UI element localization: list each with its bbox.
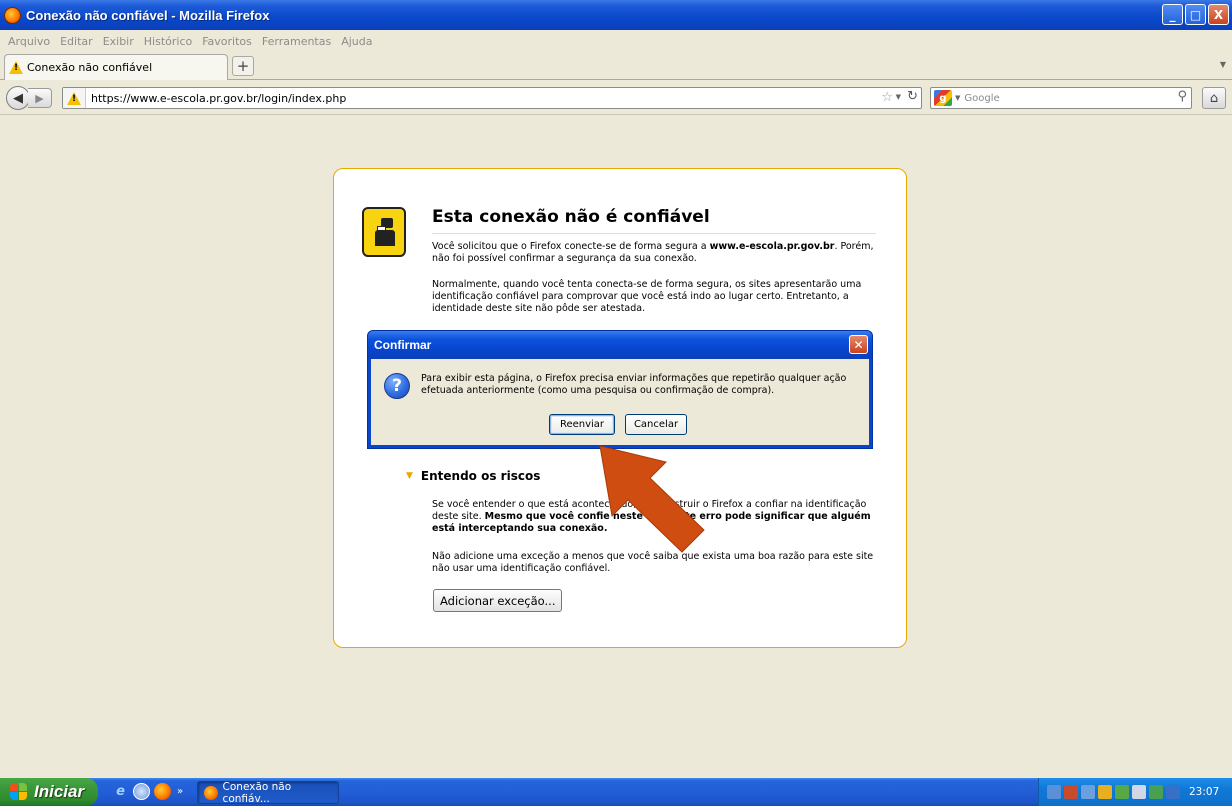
close-button[interactable]: X <box>1208 4 1229 25</box>
dialog-close-button[interactable]: ✕ <box>849 335 868 354</box>
home-icon: ⌂ <box>1209 90 1219 106</box>
tray-usb-icon[interactable] <box>1132 785 1146 799</box>
windows-logo-icon <box>10 783 28 801</box>
tray-update-icon[interactable] <box>1098 785 1112 799</box>
taskbar-item-label: Conexão não confiáv... <box>222 780 292 805</box>
menu-exibir[interactable]: Exibir <box>103 35 134 48</box>
show-desktop-icon[interactable] <box>133 783 150 800</box>
tray-volume-icon[interactable] <box>1081 785 1095 799</box>
minimize-button[interactable]: _ <box>1162 4 1183 25</box>
dialog-message: Para exibir esta página, o Firefox preci… <box>421 373 847 396</box>
dialog-title-bar[interactable]: Confirmar <box>368 331 872 359</box>
forward-arrow-icon: ▶ <box>35 91 44 105</box>
confirm-dialog: Confirmar ✕ ? Para exibir esta página, o… <box>367 330 873 449</box>
google-icon[interactable]: g <box>934 90 952 106</box>
home-button[interactable]: ⌂ <box>1202 87 1226 109</box>
search-bar[interactable]: g ▼ Google ⚲ <box>930 87 1192 109</box>
new-tab-button[interactable]: + <box>232 56 254 76</box>
warning-icon <box>9 61 23 74</box>
expand-triangle-icon[interactable]: ▼ <box>406 471 413 481</box>
menu-bar: Arquivo Editar Exibir Histórico Favorito… <box>0 30 1232 52</box>
history-dropdown-icon[interactable]: ▼ <box>896 93 901 101</box>
window-title: Conexão não confiável - Mozilla Firefox <box>26 7 270 23</box>
tab-untrusted-connection[interactable]: Conexão não confiável <box>4 54 228 80</box>
search-placeholder: Google <box>964 92 1000 104</box>
search-magnifier-icon[interactable]: ⚲ <box>1177 89 1187 104</box>
tray-monitor-icon[interactable] <box>1166 785 1180 799</box>
menu-editar[interactable]: Editar <box>60 35 93 48</box>
tray-security-icon[interactable] <box>1064 785 1078 799</box>
taskbar: Iniciar e » Conexão não confiáv... 23:07 <box>0 778 1232 806</box>
url-bar[interactable]: https://www.e-escola.pr.gov.br/login/ind… <box>62 87 922 109</box>
bookmark-star-icon[interactable]: ☆ <box>881 90 893 105</box>
warning-icon <box>67 91 81 105</box>
quick-launch: e » <box>112 783 183 800</box>
system-tray: 23:07 <box>1038 778 1232 806</box>
risks-heading: Entendo os riscos <box>420 469 541 483</box>
error-title: Esta conexão não é confiável <box>432 207 876 234</box>
tab-bar: Conexão não confiável + ▼ <box>0 52 1232 80</box>
risks-text: Se você entender o que está acontecendo,… <box>432 499 871 534</box>
menu-ferramentas[interactable]: Ferramentas <box>262 35 331 48</box>
tab-list-chevron-icon[interactable]: ▼ <box>1220 60 1226 69</box>
add-exception-button[interactable]: Adicionar exceção... <box>433 589 563 612</box>
question-icon: ? <box>384 373 410 399</box>
error-description: Você solicitou que o Firefox conecte-se … <box>432 241 874 264</box>
risks-section-header[interactable]: ▼ Entendo os riscos <box>406 469 540 483</box>
quick-launch-more-icon[interactable]: » <box>177 786 183 797</box>
menu-historico[interactable]: Histórico <box>144 35 192 48</box>
tray-network-icon[interactable] <box>1047 785 1061 799</box>
firefox-icon <box>4 6 21 24</box>
tab-label: Conexão não confiável <box>27 61 153 74</box>
error-explanation: Normalmente, quando você tenta conecta-s… <box>432 279 862 314</box>
dialog-body: ? Para exibir esta página, o Firefox pre… <box>371 359 869 445</box>
site-identity-button[interactable] <box>63 88 86 108</box>
internet-explorer-icon[interactable]: e <box>112 783 129 800</box>
maximize-button[interactable]: □ <box>1185 4 1206 25</box>
back-button[interactable]: ◀ <box>6 86 30 110</box>
navigation-bar: ◀ ▶ https://www.e-escola.pr.gov.br/login… <box>0 81 1232 115</box>
start-button[interactable]: Iniciar <box>0 778 98 806</box>
start-label: Iniciar <box>34 782 85 801</box>
firefox-quicklaunch-icon[interactable] <box>154 783 171 800</box>
menu-favoritos[interactable]: Favoritos <box>202 35 252 48</box>
clock: 23:07 <box>1189 786 1220 798</box>
tray-app-icon[interactable] <box>1149 785 1163 799</box>
window-title-bar[interactable]: Conexão não confiável - Mozilla Firefox … <box>0 0 1232 30</box>
certificate-officer-icon <box>362 207 406 257</box>
url-text[interactable]: https://www.e-escola.pr.gov.br/login/ind… <box>91 92 346 105</box>
exception-warning: Não adicione uma exceção a menos que voc… <box>432 551 874 574</box>
dialog-title: Confirmar <box>374 338 432 352</box>
resend-button[interactable]: Reenviar <box>549 414 615 435</box>
menu-arquivo[interactable]: Arquivo <box>8 35 50 48</box>
search-engine-dropdown-icon[interactable]: ▼ <box>955 94 960 102</box>
tray-antivirus-icon[interactable] <box>1115 785 1129 799</box>
reload-icon[interactable]: ↻ <box>907 89 918 104</box>
taskbar-firefox-item[interactable]: Conexão não confiáv... <box>197 780 339 805</box>
forward-button[interactable]: ▶ <box>28 88 52 108</box>
back-arrow-icon: ◀ <box>13 90 23 106</box>
cancel-button[interactable]: Cancelar <box>625 414 687 435</box>
firefox-task-icon <box>204 785 218 800</box>
menu-ajuda[interactable]: Ajuda <box>341 35 372 48</box>
